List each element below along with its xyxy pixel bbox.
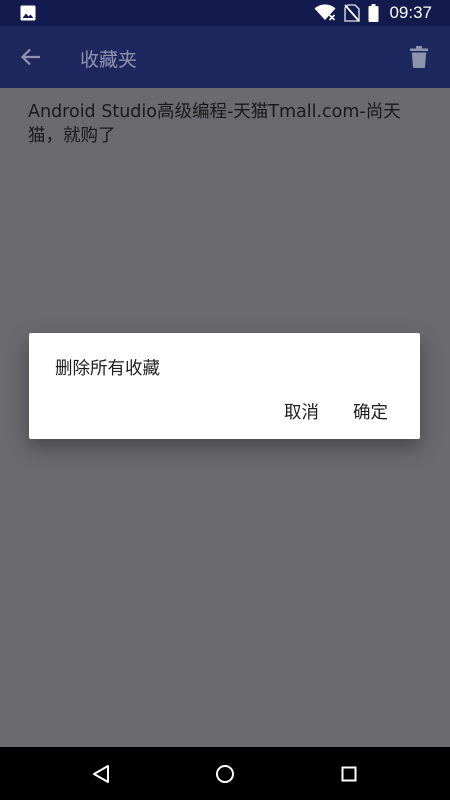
nav-back-button[interactable] — [86, 759, 116, 789]
back-arrow-icon — [20, 48, 40, 66]
back-button[interactable] — [12, 38, 50, 76]
status-clock: 09:37 — [389, 3, 432, 22]
cancel-button[interactable]: 取消 — [278, 395, 325, 428]
nav-home-icon — [216, 765, 234, 783]
list-item[interactable]: Android Studio高级编程-天猫Tmall.com-尚天猫，就购了 — [28, 100, 428, 148]
wifi-icon — [314, 4, 337, 22]
nav-recents-icon — [341, 766, 357, 782]
battery-icon — [368, 4, 379, 22]
app-bar: 收藏夹 — [0, 26, 450, 88]
gallery-icon — [20, 5, 36, 21]
status-bar: 09:37 — [0, 0, 450, 26]
nav-recents-button[interactable] — [334, 759, 364, 789]
status-icons: 09:37 — [314, 0, 432, 26]
dialog-message: 删除所有收藏 — [55, 359, 160, 379]
nav-back-icon — [93, 765, 109, 783]
trash-icon — [410, 46, 428, 68]
confirm-button[interactable]: 确定 — [347, 395, 394, 428]
confirm-dialog: 删除所有收藏 取消 确定 — [29, 333, 420, 439]
delete-all-button[interactable] — [400, 38, 438, 76]
navigation-bar — [0, 747, 450, 800]
nav-home-button[interactable] — [210, 759, 240, 789]
no-sim-icon — [344, 4, 361, 22]
page-title: 收藏夹 — [80, 49, 138, 71]
